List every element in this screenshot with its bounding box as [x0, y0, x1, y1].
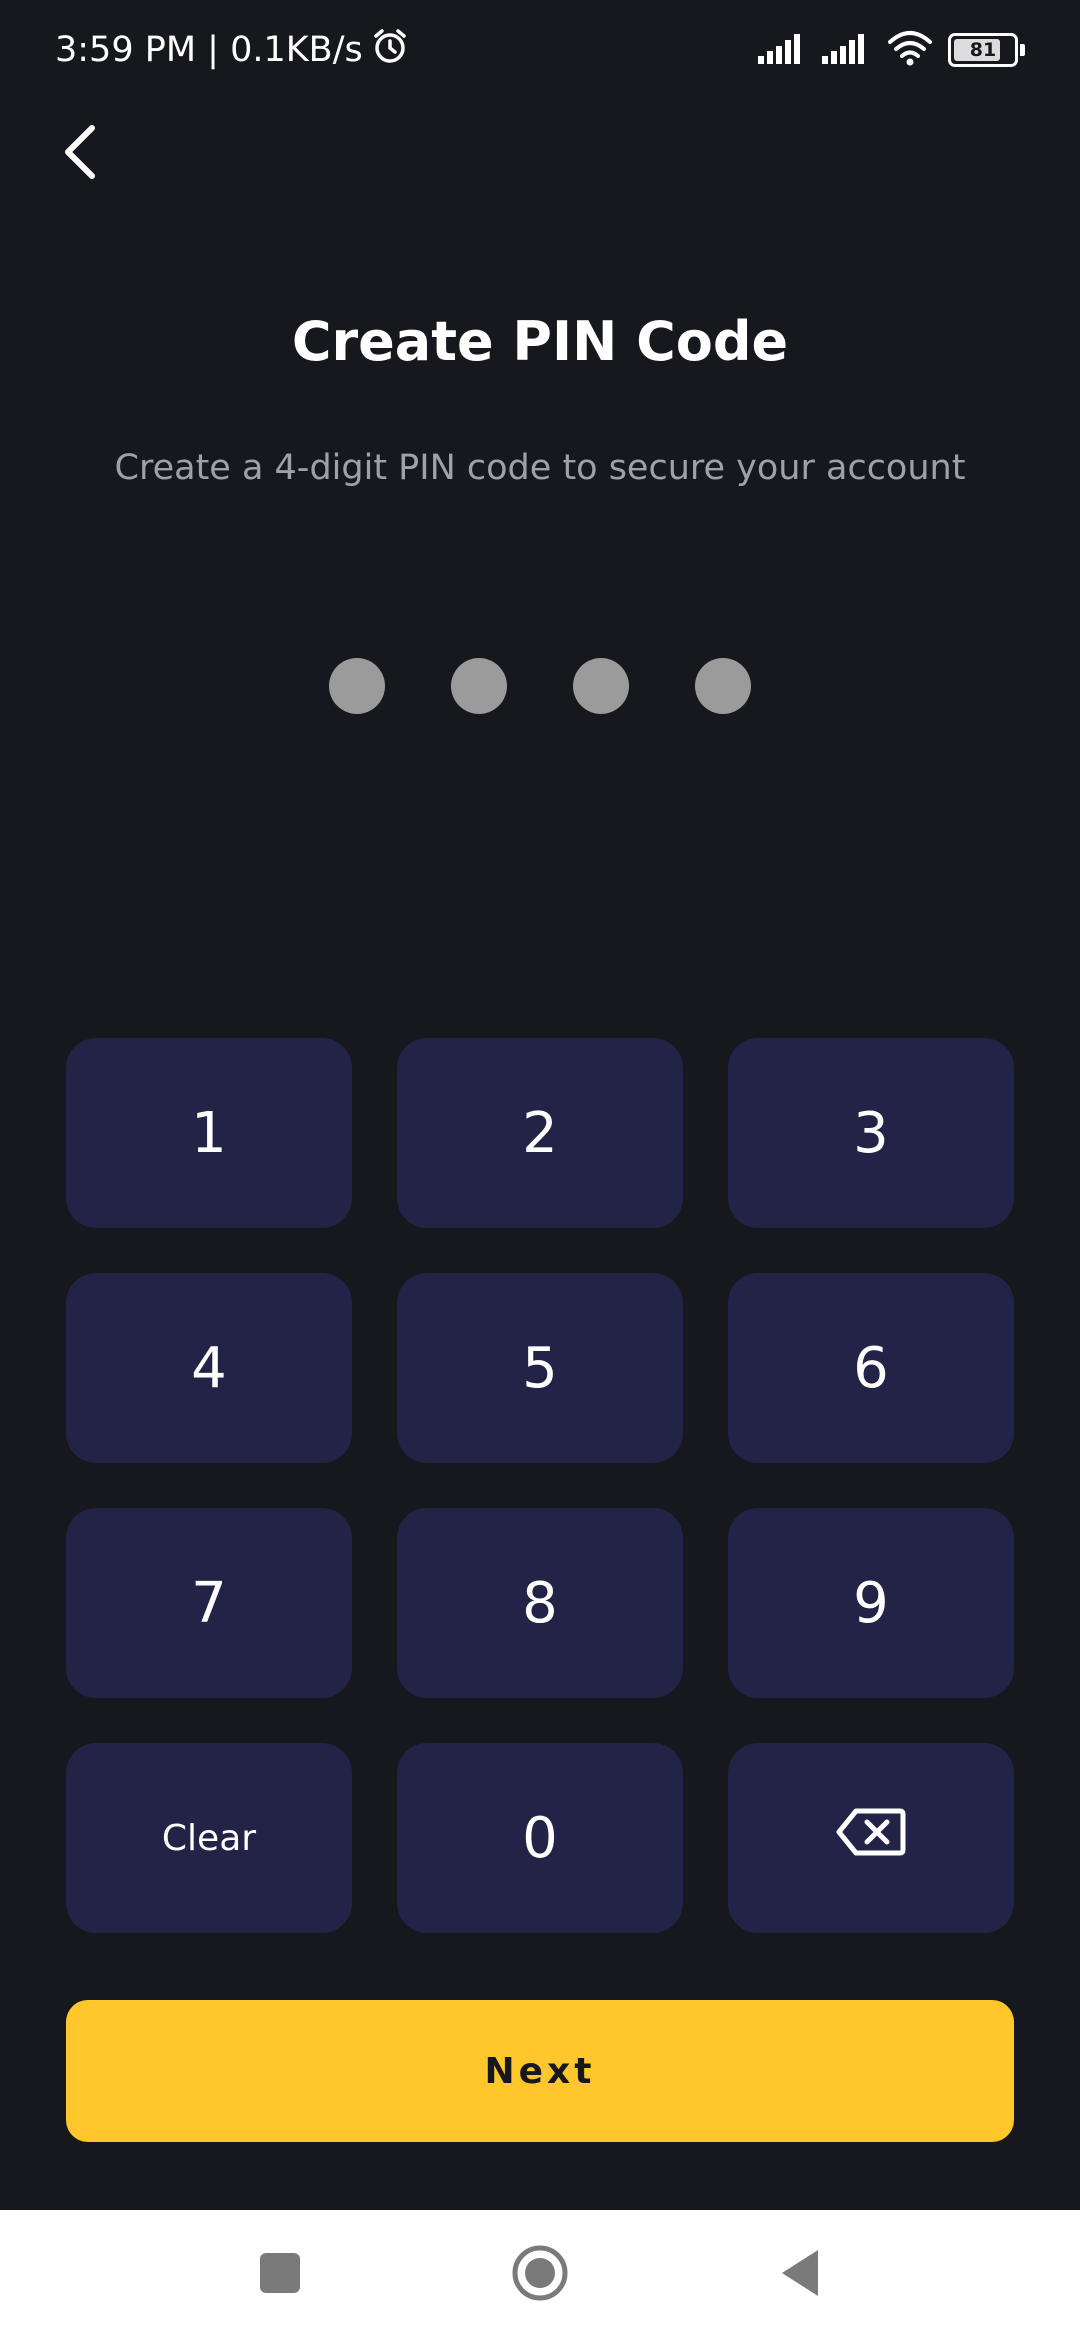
page-title: Create PIN Code: [291, 310, 789, 373]
pin-indicator: [0, 658, 1080, 714]
key-0[interactable]: 0: [397, 1743, 683, 1933]
signal-icon: [822, 32, 872, 68]
key-5[interactable]: 5: [397, 1273, 683, 1463]
pin-dot: [329, 658, 385, 714]
status-time-speed: 3:59 PM | 0.1KB/s: [55, 30, 363, 70]
home-button[interactable]: [500, 2235, 580, 2315]
pin-dot: [573, 658, 629, 714]
key-6[interactable]: 6: [728, 1273, 1014, 1463]
key-3[interactable]: 3: [728, 1038, 1014, 1228]
battery-tip: [1020, 44, 1025, 56]
keypad: 1 2 3 4 5 6 7 8 9 Clear 0: [66, 1038, 1014, 1933]
nav-back-button[interactable]: [760, 2235, 840, 2315]
key-7[interactable]: 7: [66, 1508, 352, 1698]
backspace-button[interactable]: [728, 1743, 1014, 1933]
system-nav-bar: [0, 2210, 1080, 2340]
alarm-icon: [371, 27, 409, 74]
signal-icon: [758, 32, 808, 68]
pin-dot: [451, 658, 507, 714]
status-left: 3:59 PM | 0.1KB/s: [55, 24, 409, 76]
key-8[interactable]: 8: [397, 1508, 683, 1698]
back-button[interactable]: [48, 118, 112, 190]
key-2[interactable]: 2: [397, 1038, 683, 1228]
battery-icon: 81: [948, 33, 1025, 67]
pin-dot: [695, 658, 751, 714]
recent-apps-button[interactable]: [240, 2235, 320, 2315]
chevron-left-icon: [60, 122, 100, 186]
recent-apps-icon: [258, 2251, 302, 2299]
home-icon: [511, 2244, 569, 2306]
key-1[interactable]: 1: [66, 1038, 352, 1228]
status-bar: 3:59 PM | 0.1KB/s 81: [0, 0, 1080, 100]
wifi-icon: [886, 30, 934, 70]
backspace-icon: [836, 1806, 906, 1871]
page-subtitle: Create a 4-digit PIN code to secure your…: [114, 448, 966, 488]
back-icon: [778, 2248, 822, 2302]
key-9[interactable]: 9: [728, 1508, 1014, 1698]
next-button[interactable]: Next: [66, 2000, 1014, 2142]
clear-button[interactable]: Clear: [66, 1743, 352, 1933]
battery-level: 81: [969, 39, 997, 61]
key-4[interactable]: 4: [66, 1273, 352, 1463]
status-right: 81: [758, 28, 1025, 72]
